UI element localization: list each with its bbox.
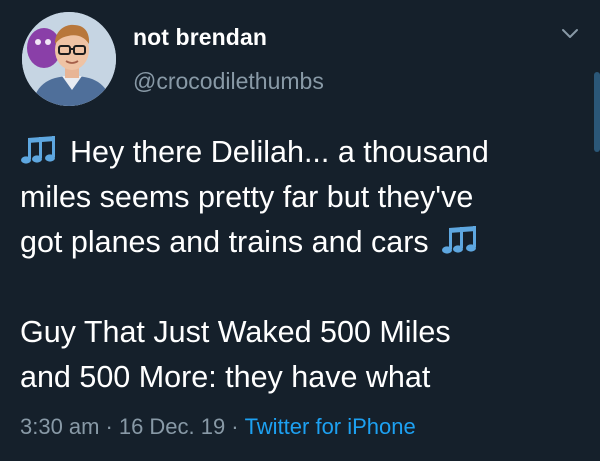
display-name[interactable]: not brendan	[133, 24, 267, 51]
tweet-line: miles seems pretty far but they've	[20, 180, 474, 214]
tweet-line: Guy That Just Waked 500 Miles	[20, 315, 451, 349]
tweet-line: and 500 More: they have what	[20, 360, 431, 394]
scrollbar[interactable]	[594, 72, 600, 152]
tweet-line: got planes and trains and cars	[20, 220, 580, 265]
tweet-time[interactable]: 3:30 am	[20, 414, 100, 439]
tweet-meta: 3:30 am · 16 Dec. 19 · Twitter for iPhone	[20, 414, 416, 440]
meta-separator: ·	[231, 414, 239, 439]
music-notes-icon	[441, 226, 476, 254]
user-handle[interactable]: @crocodilethumbs	[133, 68, 324, 95]
music-notes-icon	[21, 136, 55, 164]
profile-photo-icon	[22, 12, 116, 106]
paragraph-break	[20, 265, 580, 310]
avatar[interactable]	[22, 12, 116, 106]
tweet-line-text: got planes and trains and cars	[20, 225, 429, 259]
tweet-source-link[interactable]: Twitter for iPhone	[245, 414, 416, 439]
tweet-line: Hey there Delilah... a thousand	[20, 130, 580, 175]
tweet-line-text: Hey there Delilah... a thousand	[70, 135, 489, 169]
meta-separator: ·	[105, 414, 113, 439]
tweet: not brendan @crocodilethumbs Hey there D…	[0, 0, 600, 461]
chevron-down-icon[interactable]	[560, 26, 580, 42]
tweet-date[interactable]: 16 Dec. 19	[119, 414, 225, 439]
tweet-text: Hey there Delilah... a thousand miles se…	[20, 130, 580, 400]
